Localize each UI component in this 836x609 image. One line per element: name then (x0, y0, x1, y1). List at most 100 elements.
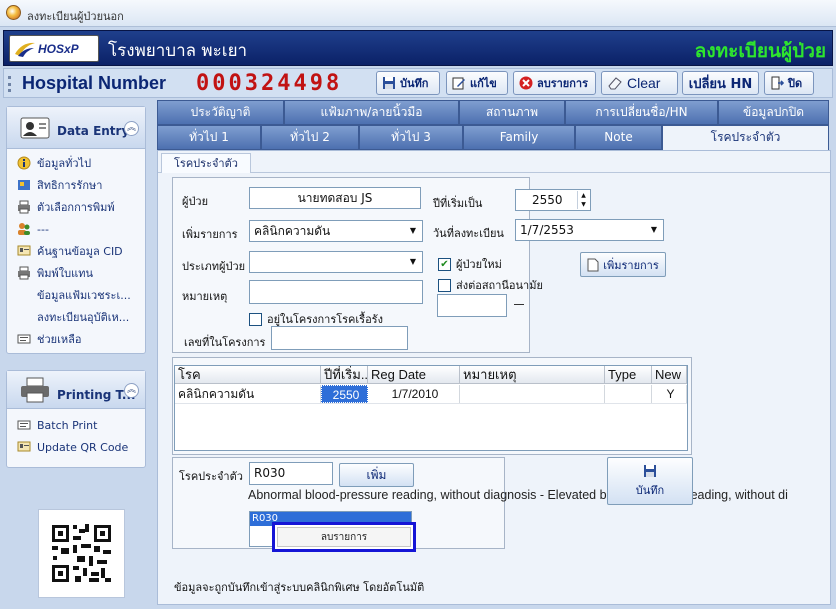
collapse-chevron-icon[interactable]: ︽ (124, 121, 139, 136)
delete-button[interactable]: ลบรายการ (513, 71, 596, 95)
table-cell-note[interactable] (460, 385, 605, 403)
chevron-down-icon[interactable]: ▼ (405, 253, 421, 271)
add-item-button-label: เพิ่มรายการ (603, 258, 659, 272)
sidebar-item-label: ค้นฐานข้อมูล CID (37, 245, 123, 258)
patient-field[interactable]: นายทดสอบ JS (249, 187, 421, 209)
sidebar-item-cid-search[interactable]: ค้นฐานข้อมูล CID (17, 242, 123, 260)
row-divider (175, 403, 687, 404)
toolbar-grip[interactable] (8, 76, 11, 92)
table-cell-type[interactable] (605, 385, 652, 403)
sidebar-item-general[interactable]: ข้อมูลทั่วไป (17, 154, 91, 172)
reg-date-picker[interactable]: 1/7/2553 ▼ (515, 219, 664, 241)
reg-date-label: วันที่ลงทะเบียน (433, 227, 504, 240)
hn-label: Hospital Number (22, 73, 167, 93)
chevron-down-icon[interactable]: ▼ (405, 222, 421, 240)
qr-refresh-icon (17, 441, 31, 452)
new-patient-checkbox[interactable]: ✔ ผู้ป่วยใหม่ (438, 255, 502, 273)
qr-code-icon (52, 524, 111, 582)
tab-general-2[interactable]: ทั่วไป 2 (261, 125, 359, 150)
close-button[interactable]: ปิด (764, 71, 814, 95)
column-header-reg-date[interactable]: Reg Date (368, 366, 460, 384)
batch-print-label: Batch Print (37, 418, 98, 432)
sidebar-item-accident[interactable]: ลงทะเบียนอุบัติเห... (37, 308, 129, 326)
disease-code-field[interactable]: R030 (249, 462, 333, 485)
tab-status[interactable]: สถานภาพ (459, 100, 565, 125)
collapse-chevron-icon[interactable]: ︽ (124, 383, 139, 398)
hn-value: 000324498 (196, 71, 343, 96)
checkbox-checked-icon[interactable]: ✔ (438, 257, 451, 271)
user-card-icon (20, 117, 50, 139)
change-hn-button[interactable]: เปลี่ยน HN (682, 71, 759, 95)
sidebar-item-help[interactable]: ช่วยเหลือ (17, 330, 81, 348)
refer-checkbox[interactable]: ส่งต่อสถานีอนามัย (438, 276, 543, 294)
tab-relatives[interactable]: ประวัติญาติ (157, 100, 284, 125)
refer-field[interactable] (437, 294, 507, 317)
tab-row-bottom: ทั่วไป 1 ทั่วไป 2 ทั่วไป 3 Family Note โ… (157, 125, 829, 150)
add-item-select[interactable]: คลินิกความดัน ▼ (249, 220, 423, 242)
tab-images-fingerprint[interactable]: แฟ้มภาพ/ลายนิ้วมือ (284, 100, 459, 125)
add-disease-button[interactable]: เพิ่ม (339, 463, 414, 487)
refer-label: ส่งต่อสถานีอนามัย (456, 279, 543, 292)
printer-icon (18, 266, 30, 280)
sidebar-item-label: พิมพ์ใบแทน (37, 267, 93, 280)
tab-general-1[interactable]: ทั่วไป 1 (157, 125, 261, 150)
save-button[interactable]: บันทึก (376, 71, 440, 95)
exit-door-icon (771, 76, 784, 90)
disease-label: โรคประจำตัว (179, 470, 243, 483)
delete-label: ลบรายการ (537, 77, 588, 90)
add-item-value: คลินิกความดัน (254, 224, 331, 238)
logo-text: HOSxP (38, 42, 79, 56)
add-item-button[interactable]: เพิ่มรายการ (580, 252, 666, 277)
sidebar-item-label: --- (37, 222, 49, 236)
checkbox-box[interactable] (249, 312, 262, 326)
sidebar-item-separator[interactable]: --- (17, 220, 49, 238)
patient-type-select[interactable]: ▼ (249, 251, 423, 273)
tab-confidential[interactable]: ข้อมูลปกปิด (718, 100, 829, 125)
spinner-arrows-icon[interactable]: ▲ ▼ (577, 191, 589, 209)
save-disease-button[interactable]: บันทึก (607, 457, 693, 505)
add-item-label: เพิ่มรายการ (182, 228, 238, 241)
context-menu-delete-item[interactable]: ลบรายการ (277, 527, 411, 547)
sidebar-item-label: สิทธิการรักษา (37, 179, 103, 192)
table-cell-new[interactable]: Y (652, 385, 687, 403)
title-bar: ลงทะเบียนผู้ป่วยนอก (0, 0, 836, 27)
sidebar-item-print-options[interactable]: ตัวเลือกการพิมพ์ (17, 198, 115, 216)
column-header-disease[interactable]: โรค (175, 366, 321, 384)
table-cell-disease[interactable]: คลินิกความดัน (175, 385, 321, 403)
sidebar-item-reprint[interactable]: พิมพ์ใบแทน (17, 264, 93, 282)
sidebar-item-label: ข้อมูลแฟ้มเวชระเ... (37, 289, 131, 302)
column-header-new[interactable]: New (652, 366, 687, 384)
update-qr-label: Update QR Code (37, 440, 129, 454)
table-cell-start-year[interactable]: 2550 (321, 385, 368, 403)
column-header-note[interactable]: หมายเหตุ (460, 366, 605, 384)
edit-icon (452, 77, 465, 90)
clear-button[interactable]: Clear (601, 71, 678, 95)
checkbox-box[interactable] (438, 278, 451, 292)
start-year-field[interactable]: 2550 ▲ ▼ (515, 189, 591, 211)
batch-print-link[interactable]: Batch Print (17, 416, 97, 434)
users-icon (18, 223, 30, 235)
sidebar-item-medical-record[interactable]: ข้อมูลแฟ้มเวชระเ... (37, 286, 131, 304)
patient-type-label: ประเภทผู้ป่วย (182, 260, 246, 273)
tab-family[interactable]: Family (463, 125, 575, 150)
column-header-type[interactable]: Type (605, 366, 652, 384)
chevron-down-icon[interactable]: ▼ (646, 221, 662, 239)
sidebar-item-rights[interactable]: สิทธิการรักษา (17, 176, 102, 194)
tab-name-hn-change[interactable]: การเปลี่ยนชื่อ/HN (565, 100, 718, 125)
tab-general-3[interactable]: ทั่วไป 3 (359, 125, 463, 150)
sidebar-item-label: ตัวเลือกการพิมพ์ (37, 201, 115, 214)
subtab-chronic-disease[interactable]: โรคประจำตัว (161, 153, 251, 173)
tab-chronic-disease[interactable]: โรคประจำตัว (662, 125, 829, 150)
disease-grid[interactable]: โรค ปีที่เริ่ม... Reg Date หมายเหตุ Type… (174, 365, 688, 451)
program-no-field[interactable] (271, 326, 408, 350)
patient-label: ผู้ป่วย (182, 195, 209, 208)
data-entry-header[interactable]: Data Entry ︽ (7, 107, 145, 149)
tab-note[interactable]: Note (575, 125, 662, 150)
printing-header[interactable]: Printing T... ︽ (7, 371, 145, 409)
update-qr-link[interactable]: Update QR Code (17, 438, 128, 456)
note-field[interactable] (249, 280, 423, 304)
sidebar-item-label: ช่วยเหลือ (37, 333, 82, 346)
column-header-start-year[interactable]: ปีที่เริ่ม... (321, 366, 368, 384)
edit-button[interactable]: แก้ไข (446, 71, 508, 95)
table-cell-reg-date[interactable]: 1/7/2010 (368, 385, 460, 403)
